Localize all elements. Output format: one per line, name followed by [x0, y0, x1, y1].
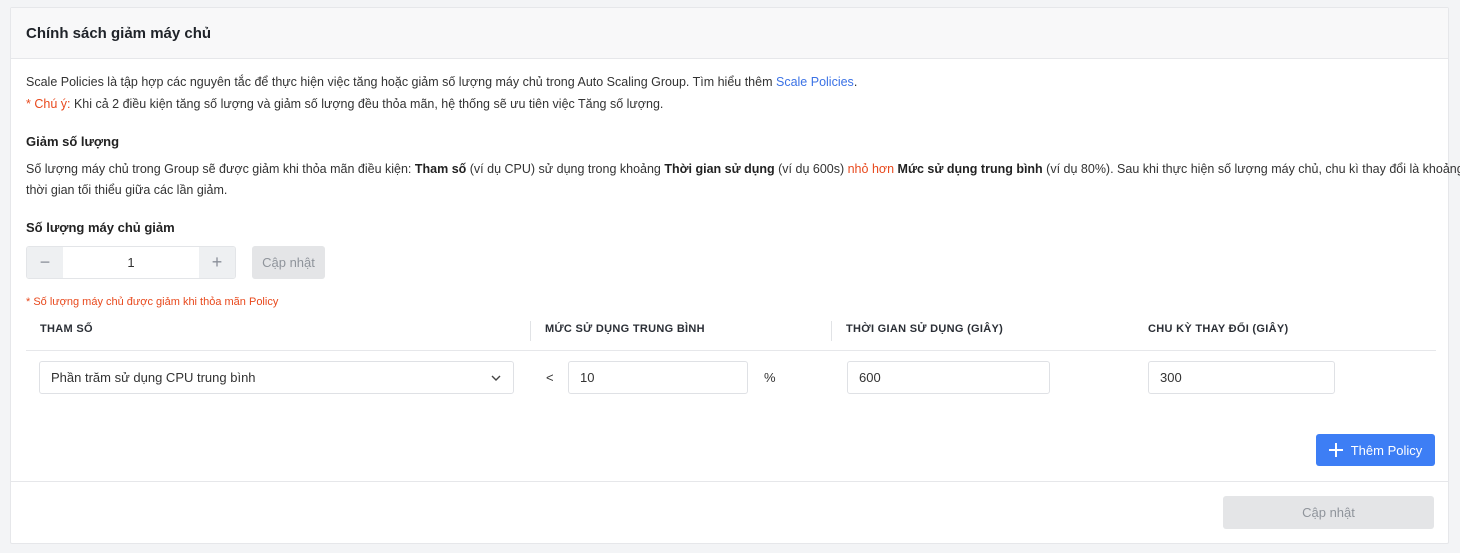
column-header-cycle: CHU KỲ THAY ĐỔI (GIÂY)	[1148, 323, 1289, 335]
section-title: Giảm số lượng	[26, 134, 120, 149]
decrease-description-cont: thời gian tối thiểu giữa các lần giảm.	[26, 183, 228, 197]
increment-button[interactable]: +	[199, 247, 235, 278]
table-divider	[26, 350, 1436, 351]
duration-input[interactable]: 600	[847, 361, 1050, 394]
param-select[interactable]: Phần trăm sử dụng CPU trung bình	[39, 361, 514, 394]
card-header: Chính sách giảm máy chủ	[11, 8, 1448, 59]
cycle-input[interactable]: 300	[1148, 361, 1335, 394]
average-usage-input[interactable]: 10	[568, 361, 748, 394]
column-divider	[831, 321, 832, 341]
quantity-update-button[interactable]: Cập nhật	[252, 246, 325, 279]
priority-note: * Chú ý: Khi cả 2 điều kiện tăng số lượn…	[26, 97, 664, 111]
stepper-label: Số lượng máy chủ giảm	[26, 220, 175, 235]
column-divider	[530, 321, 531, 341]
plus-icon	[1328, 443, 1343, 457]
column-header-duration: THỜI GIAN SỬ DỤNG (GIÂY)	[846, 323, 1004, 335]
add-policy-label: Thêm Policy	[1350, 442, 1423, 458]
quantity-stepper: − 1 +	[26, 246, 236, 279]
operator-label: <	[546, 370, 554, 385]
chevron-down-icon	[490, 372, 502, 384]
footer-update-button[interactable]: Cập nhật	[1223, 496, 1434, 529]
footer-divider	[11, 481, 1448, 482]
param-select-value: Phần trăm sử dụng CPU trung bình	[51, 370, 256, 385]
add-policy-button[interactable]: Thêm Policy	[1316, 434, 1435, 466]
quantity-input[interactable]: 1	[63, 247, 199, 278]
column-header-param: THAM SỐ	[40, 323, 93, 335]
card-title: Chính sách giảm máy chủ	[26, 24, 212, 42]
intro-text: Scale Policies là tập hợp các nguyên tắc…	[26, 75, 858, 89]
percent-unit: %	[764, 370, 776, 385]
decrease-description: Số lượng máy chủ trong Group sẽ được giả…	[26, 162, 1460, 176]
column-header-average: MỨC SỬ DỤNG TRUNG BÌNH	[545, 323, 705, 335]
scale-policies-link[interactable]: Scale Policies	[776, 75, 854, 89]
decrement-button[interactable]: −	[27, 247, 63, 278]
quantity-note: * Số lượng máy chủ được giảm khi thỏa mã…	[26, 296, 279, 308]
scale-policy-card: Chính sách giảm máy chủ Scale Policies l…	[10, 7, 1460, 544]
